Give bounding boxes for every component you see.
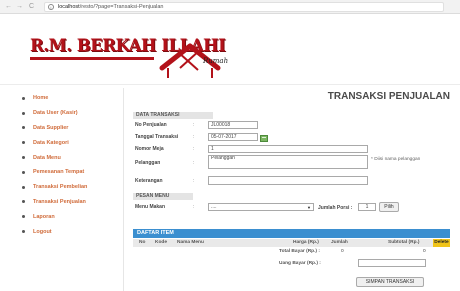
address-bar[interactable]: i localhost/resto/?page=Transaksi-Penjua… bbox=[44, 2, 444, 12]
url-host: localhost bbox=[58, 4, 80, 10]
menu-select[interactable]: .... ▼ bbox=[208, 203, 314, 211]
colon: : bbox=[193, 160, 195, 166]
bullet-icon bbox=[22, 111, 25, 115]
bullet-icon bbox=[22, 156, 25, 160]
sidebar-item-data-menu[interactable]: Data Menu bbox=[22, 150, 122, 165]
jumlah-porsi-field[interactable]: 1 bbox=[358, 203, 376, 211]
sidebar-item-label: Transaksi Penjualan bbox=[33, 198, 86, 205]
brand-tagline: Rumah bbox=[203, 57, 229, 65]
pilih-button[interactable]: Pilih bbox=[379, 202, 399, 212]
pelanggan-label: Pelanggan bbox=[135, 160, 161, 166]
bullet-icon bbox=[22, 96, 25, 100]
section-pesan-menu: PESAN MENU bbox=[133, 193, 193, 200]
sidebar-item-data-kategori[interactable]: Data Kategori bbox=[22, 135, 122, 150]
bullet-icon bbox=[22, 170, 25, 174]
column-jumlah: Jumlah bbox=[331, 240, 348, 245]
section-data-transaksi: DATA TRANSAKSI bbox=[133, 112, 213, 119]
browser-toolbar: ← → C i localhost/resto/?page=Transaksi-… bbox=[0, 0, 460, 14]
sidebar-item-label: Pemesanan Tempat bbox=[33, 169, 85, 176]
sidebar-item-label: Data Supplier bbox=[33, 124, 69, 131]
menu-makan-label: Menu Makan bbox=[135, 204, 166, 210]
bullet-icon bbox=[22, 215, 25, 219]
calendar-icon[interactable] bbox=[260, 135, 268, 142]
sidebar-item-label: Home bbox=[33, 95, 49, 102]
nomor-meja-field[interactable]: 1 bbox=[208, 145, 368, 153]
bullet-icon bbox=[22, 230, 25, 234]
column-delete: Delete bbox=[433, 239, 450, 247]
pelanggan-textarea[interactable]: Pelanggan bbox=[208, 155, 368, 169]
brand-underline bbox=[30, 57, 154, 60]
colon: : bbox=[193, 146, 195, 152]
bullet-icon bbox=[22, 185, 25, 189]
table-column-headers: No Kode Nama Menu Harga (Rp.) Jumlah Sub… bbox=[133, 239, 450, 247]
sidebar-item-label: Data Kategori bbox=[33, 139, 69, 146]
info-icon[interactable]: i bbox=[48, 4, 54, 10]
simpan-transaksi-button[interactable]: SIMPAN TRANSAKSI bbox=[356, 277, 424, 287]
back-icon[interactable]: ← bbox=[5, 3, 12, 11]
uang-bayar-label: Uang Bayar (Rp.) : bbox=[279, 261, 321, 266]
colon: : bbox=[193, 122, 195, 128]
restaurant-logo-icon bbox=[159, 43, 221, 78]
sidebar-item-label: Laporan bbox=[33, 213, 55, 220]
daftar-item-header: DAFTAR ITEM bbox=[133, 229, 450, 238]
sidebar-item-pemesanan-tempat[interactable]: Pemesanan Tempat bbox=[22, 165, 122, 180]
column-harga: Harga (Rp.) bbox=[293, 240, 319, 245]
sidebar-item-data-user[interactable]: Data User (Kasir) bbox=[22, 106, 122, 121]
header-divider bbox=[0, 84, 460, 85]
menu-select-value: .... bbox=[211, 204, 217, 210]
sidebar-item-transaksi-penjualan[interactable]: Transaksi Penjualan bbox=[22, 195, 122, 210]
column-subtotal: Subtotal (Rp.) bbox=[388, 240, 420, 245]
keterangan-field[interactable] bbox=[208, 176, 368, 185]
colon: : bbox=[193, 204, 195, 210]
page-title: TRANSAKSI PENJUALAN bbox=[327, 91, 450, 102]
nomor-meja-label: Nomor Meja bbox=[135, 146, 164, 152]
total-qty-value: 0 bbox=[341, 249, 344, 254]
bullet-icon bbox=[22, 141, 25, 145]
sidebar-item-home[interactable]: Home bbox=[22, 91, 122, 106]
column-nama-menu: Nama Menu bbox=[177, 240, 204, 245]
no-penjualan-label: No Penjualan bbox=[135, 122, 167, 128]
chevron-down-icon: ▼ bbox=[307, 205, 311, 210]
sidebar-item-label: Data Menu bbox=[33, 154, 61, 161]
column-kode: Kode bbox=[155, 240, 167, 245]
sidebar-item-laporan[interactable]: Laporan bbox=[22, 209, 122, 224]
colon: : bbox=[193, 134, 195, 140]
bullet-icon bbox=[22, 200, 25, 204]
sidebar-item-label: Data User (Kasir) bbox=[33, 110, 78, 117]
url-text: localhost/resto/?page=Transaksi-Penjuala… bbox=[58, 4, 163, 11]
uang-bayar-field[interactable] bbox=[358, 259, 426, 267]
keterangan-label: Keterangan bbox=[135, 178, 163, 184]
sidebar-item-logout[interactable]: Logout bbox=[22, 224, 122, 239]
no-penjualan-field[interactable]: JL00018 bbox=[208, 121, 258, 129]
tanggal-field[interactable]: 05-07-2017 bbox=[208, 133, 258, 141]
total-bayar-value: 0 bbox=[423, 249, 426, 254]
pelanggan-hint: * Diisi nama pelanggan bbox=[371, 157, 421, 162]
bullet-icon bbox=[22, 126, 25, 130]
sidebar-menu: Home Data User (Kasir) Data Supplier Dat… bbox=[22, 91, 122, 239]
sidebar-item-label: Transaksi Pembelian bbox=[33, 184, 88, 191]
colon: : bbox=[193, 178, 195, 184]
reload-icon[interactable]: C bbox=[29, 3, 34, 11]
jumlah-porsi-label: Jumlah Porsi : bbox=[318, 205, 353, 211]
tanggal-label: Tanggal Transaksi bbox=[135, 134, 179, 140]
sidebar-item-label: Logout bbox=[33, 228, 52, 235]
sidebar-item-transaksi-pembelian[interactable]: Transaksi Pembelian bbox=[22, 180, 122, 195]
total-bayar-label: Total Bayar (Rp.) : bbox=[279, 249, 320, 254]
url-path: /resto/?page=Transaksi-Penjualan bbox=[79, 4, 164, 10]
sidebar-item-data-supplier[interactable]: Data Supplier bbox=[22, 121, 122, 136]
column-no: No bbox=[139, 240, 146, 245]
forward-icon[interactable]: → bbox=[16, 3, 23, 11]
sidebar-divider bbox=[123, 88, 124, 291]
